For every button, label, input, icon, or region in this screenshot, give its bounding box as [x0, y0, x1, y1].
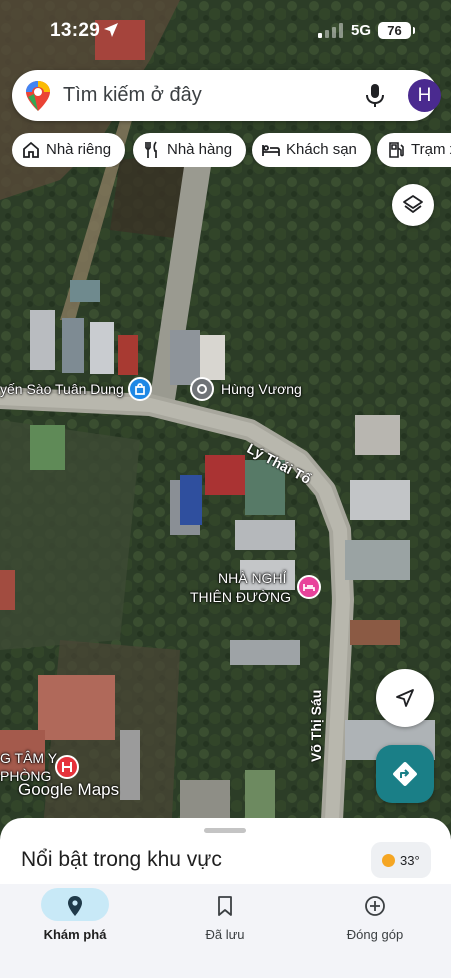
- chip-hotels[interactable]: Khách sạn: [252, 133, 371, 167]
- hotel-pin-icon[interactable]: [297, 575, 321, 599]
- bottom-sheet[interactable]: Nổi bật trong khu vực 33°: [0, 818, 451, 888]
- poi-label-place[interactable]: Hùng Vương: [221, 381, 302, 397]
- hospital-pin-icon[interactable]: [55, 755, 79, 779]
- chip-label: Nhà hàng: [167, 141, 233, 158]
- chip-label: Nhà riêng: [46, 141, 112, 158]
- location-arrow-icon: [104, 23, 118, 37]
- restaurant-icon: [145, 141, 157, 158]
- network-type: 5G: [351, 22, 372, 39]
- search-bar[interactable]: Tìm kiếm ở đây H: [12, 70, 441, 121]
- microphone-icon[interactable]: [364, 83, 386, 109]
- directions-icon: [393, 762, 417, 786]
- shop-pin-icon[interactable]: [128, 377, 152, 401]
- chip-label: Trạm x: [411, 141, 451, 158]
- search-input[interactable]: Tìm kiếm ở đây: [63, 84, 202, 107]
- avatar[interactable]: H: [408, 79, 441, 112]
- chip-restaurants[interactable]: Nhà hàng: [133, 133, 247, 167]
- category-chips: Nhà riêng Nhà hàng Khách sạn Trạm x: [12, 133, 451, 167]
- navigation-arrow-icon: [396, 689, 414, 707]
- map-imagery: [0, 0, 451, 860]
- nav-label: Đã lưu: [205, 927, 245, 942]
- google-maps-logo-icon: [26, 81, 50, 111]
- satellite-map[interactable]: [0, 0, 451, 860]
- gas-station-icon: [389, 142, 404, 158]
- my-location-button[interactable]: [376, 669, 434, 727]
- sheet-title: Nổi bật trong khu vực: [21, 848, 222, 871]
- add-circle-icon: [365, 896, 385, 916]
- chip-label: Khách sạn: [286, 141, 357, 158]
- bookmark-icon: [218, 896, 232, 916]
- nav-label: Khám phá: [43, 927, 107, 942]
- nav-explore[interactable]: Khám phá: [0, 884, 150, 978]
- hotel-icon: [262, 145, 280, 156]
- explore-pin-icon: [68, 896, 82, 916]
- nav-contribute[interactable]: Đóng góp: [300, 884, 450, 978]
- sheet-drag-handle[interactable]: [204, 828, 246, 833]
- poi-label-shop[interactable]: yến Sào Tuân Dung: [0, 381, 124, 397]
- directions-button[interactable]: [376, 745, 434, 803]
- sun-icon: [382, 854, 395, 867]
- hotel-label-line1[interactable]: NHÀ NGHỈ: [218, 570, 286, 586]
- layers-button[interactable]: [392, 184, 434, 226]
- bottom-navigation: Khám phá Đã lưu Đóng góp: [0, 884, 451, 978]
- hospital-label-line1[interactable]: G TÂM Y: [0, 750, 57, 766]
- battery-indicator: 76: [378, 22, 415, 39]
- place-pin-icon[interactable]: [190, 377, 214, 401]
- layers-icon: [403, 195, 423, 213]
- google-maps-watermark: Google Maps: [18, 780, 120, 799]
- nav-saved[interactable]: Đã lưu: [150, 884, 300, 978]
- nav-label: Đóng góp: [346, 927, 404, 942]
- weather-badge[interactable]: 33°: [371, 842, 431, 878]
- temperature: 33°: [400, 853, 420, 868]
- hotel-label-line2[interactable]: THIÊN ĐƯỜNG: [190, 589, 291, 605]
- status-bar: 13:29 5G 76: [0, 0, 451, 60]
- status-time: 13:29: [50, 20, 101, 41]
- chip-home[interactable]: Nhà riêng: [12, 133, 126, 167]
- home-icon: [23, 141, 39, 158]
- road-label-vo-thi-sau: Võ Thị Sáu: [308, 689, 324, 762]
- chip-gas-stations[interactable]: Trạm x: [377, 133, 451, 167]
- signal-icon: [318, 23, 343, 38]
